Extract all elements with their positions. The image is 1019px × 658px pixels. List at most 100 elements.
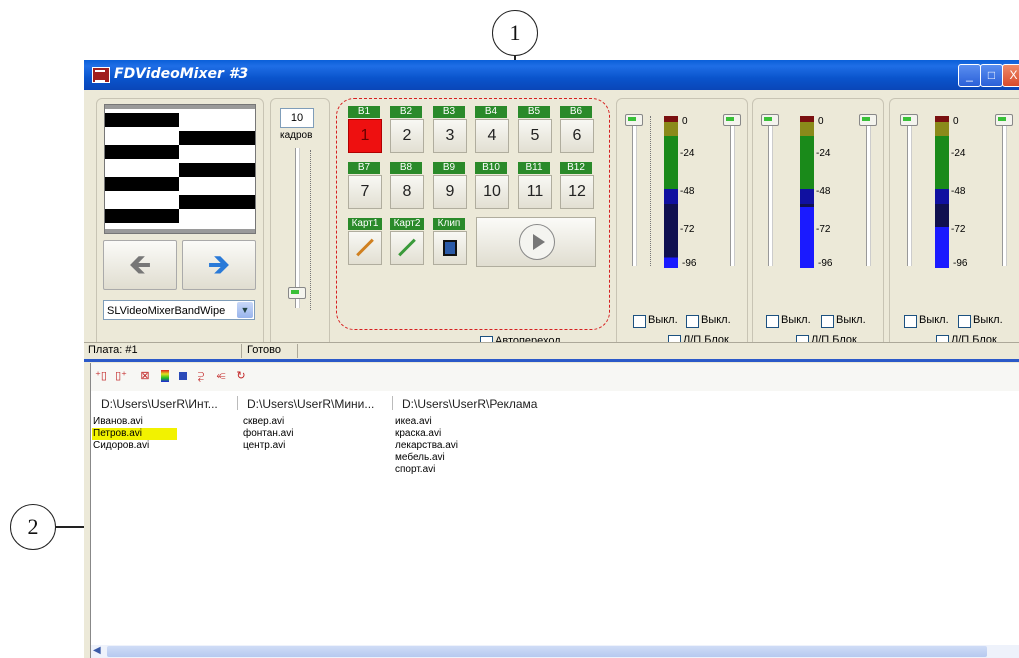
scale-0: 0 [682, 116, 688, 127]
list-item[interactable]: сквер.avi [243, 416, 284, 428]
source-button-9[interactable]: 9 [433, 175, 467, 209]
mute-left-checkbox-3[interactable] [904, 315, 917, 328]
source-label-b11: B11 [518, 162, 550, 174]
list-item[interactable]: мебель.avi [395, 452, 445, 464]
frames-slider-thumb[interactable] [288, 287, 306, 299]
list-item[interactable]: лекарства.avi [395, 440, 458, 452]
column-header-2[interactable]: D:\Users\UserR\Мини... [247, 397, 374, 411]
frames-slider-track[interactable] [295, 148, 300, 308]
callout-1: 1 [492, 10, 538, 56]
status-bar: Плата: #1 Готово [84, 342, 1019, 359]
source-button-12[interactable]: 12 [560, 175, 594, 209]
close-button[interactable]: X [1002, 64, 1019, 87]
status-state: Готово [247, 344, 281, 356]
list-item[interactable]: краска.avi [395, 428, 441, 440]
play-button[interactable] [476, 217, 596, 267]
minimize-button[interactable]: _ [958, 64, 981, 87]
audio-slider-right-2[interactable] [866, 116, 871, 266]
list-item[interactable]: икеа.avi [395, 416, 432, 428]
mute-right-checkbox-2[interactable] [821, 315, 834, 328]
splitter[interactable] [84, 359, 1019, 362]
klip-button[interactable] [433, 231, 467, 265]
maximize-button[interactable]: □ [980, 64, 1003, 87]
audio-slider-left-1[interactable] [632, 116, 637, 266]
list-item[interactable]: спорт.avi [395, 464, 435, 476]
audio-meter-3 [935, 116, 949, 268]
next-button[interactable]: 🡺 [182, 240, 256, 290]
status-board: Плата: #1 [88, 344, 138, 356]
source-label-b12: B12 [560, 162, 592, 174]
color-icon[interactable] [161, 370, 169, 382]
list-item-selected[interactable]: Петров.avi [92, 428, 177, 440]
source-button-1[interactable]: 1 [348, 119, 382, 153]
add-file-icon[interactable]: ▯⁺ [115, 370, 127, 382]
list-item[interactable]: центр.avi [243, 440, 285, 452]
source-label-b5: B5 [518, 106, 550, 118]
audio-slider-right-1[interactable] [730, 116, 735, 266]
audio-slider-thumb[interactable] [995, 114, 1013, 126]
column-header-3[interactable]: D:\Users\UserR\Реклама [402, 397, 537, 411]
list-item[interactable]: Сидоров.avi [93, 440, 149, 452]
frames-label: кадров [280, 130, 313, 141]
scroll-left-icon[interactable]: ◀ [93, 645, 101, 656]
color-fill-icon[interactable] [179, 372, 187, 380]
title-bar[interactable]: FDVideoMixer #3 _ □ X [84, 60, 1019, 90]
audio-slider-thumb[interactable] [859, 114, 877, 126]
refresh-icon[interactable]: ↻ [235, 370, 247, 382]
source-button-5[interactable]: 5 [518, 119, 552, 153]
list-item[interactable]: Иванов.avi [93, 416, 143, 428]
audio-slider-thumb[interactable] [625, 114, 643, 126]
audio-slider-left-3[interactable] [907, 116, 912, 266]
source-button-2[interactable]: 2 [390, 119, 424, 153]
source-button-3[interactable]: 3 [433, 119, 467, 153]
add-playlist-icon[interactable]: ⁺▯ [95, 370, 107, 382]
mute-right-checkbox-3[interactable] [958, 315, 971, 328]
audio-slider-thumb[interactable] [761, 114, 779, 126]
move-column-left-icon[interactable]: ⥻ [195, 370, 207, 382]
app-film-icon [92, 67, 110, 83]
scale-72: -72 [680, 224, 695, 235]
audio-slider-left-2[interactable] [768, 116, 773, 266]
mute-right-label-1: Выкл. [701, 314, 731, 326]
audio-slider-thumb[interactable] [723, 114, 741, 126]
brush-icon [356, 238, 374, 257]
source-button-7[interactable]: 7 [348, 175, 382, 209]
transition-select[interactable]: SLVideoMixerBandWipe ▼ [103, 300, 255, 320]
frames-input[interactable]: 10 [280, 108, 314, 128]
mute-left-checkbox-2[interactable] [766, 315, 779, 328]
kart2-label: Карт2 [390, 218, 424, 230]
audio-meter-2 [800, 116, 814, 268]
brush-icon [398, 238, 416, 257]
source-button-11[interactable]: 11 [518, 175, 552, 209]
klip-label: Клип [433, 218, 465, 230]
scroll-thumb[interactable] [107, 646, 987, 657]
scale-48: -48 [680, 186, 695, 197]
horizontal-scrollbar[interactable]: ◀ [91, 645, 1019, 658]
audio-slider-thumb[interactable] [900, 114, 918, 126]
delete-icon[interactable]: ⊠ [139, 370, 151, 382]
scale-96: -96 [818, 258, 833, 269]
source-button-4[interactable]: 4 [475, 119, 509, 153]
app-window: FDVideoMixer #3 _ □ X 🡸 🡺 SLVideoMixerBa… [84, 60, 1019, 658]
column-header-1[interactable]: D:\Users\UserR\Инт... [101, 397, 218, 411]
list-item[interactable]: фонтан.avi [243, 428, 293, 440]
source-label-b7: B7 [348, 162, 380, 174]
kart1-button[interactable] [348, 231, 382, 265]
source-button-6[interactable]: 6 [560, 119, 594, 153]
mute-left-checkbox-1[interactable] [633, 315, 646, 328]
scale-0: 0 [953, 116, 959, 127]
mute-right-checkbox-1[interactable] [686, 315, 699, 328]
source-label-b4: B4 [475, 106, 507, 118]
source-label-b2: B2 [390, 106, 422, 118]
scale-96: -96 [953, 258, 968, 269]
audio-slider-right-3[interactable] [1002, 116, 1007, 266]
scale-48: -48 [951, 186, 966, 197]
prev-button[interactable]: 🡸 [103, 240, 177, 290]
chevron-down-icon[interactable]: ▼ [237, 302, 253, 318]
mute-left-label-3: Выкл. [919, 314, 949, 326]
scale-24: -24 [680, 148, 695, 159]
kart2-button[interactable] [390, 231, 424, 265]
move-column-right-icon[interactable]: ⥺ [215, 370, 227, 382]
source-button-10[interactable]: 10 [475, 175, 509, 209]
source-button-8[interactable]: 8 [390, 175, 424, 209]
